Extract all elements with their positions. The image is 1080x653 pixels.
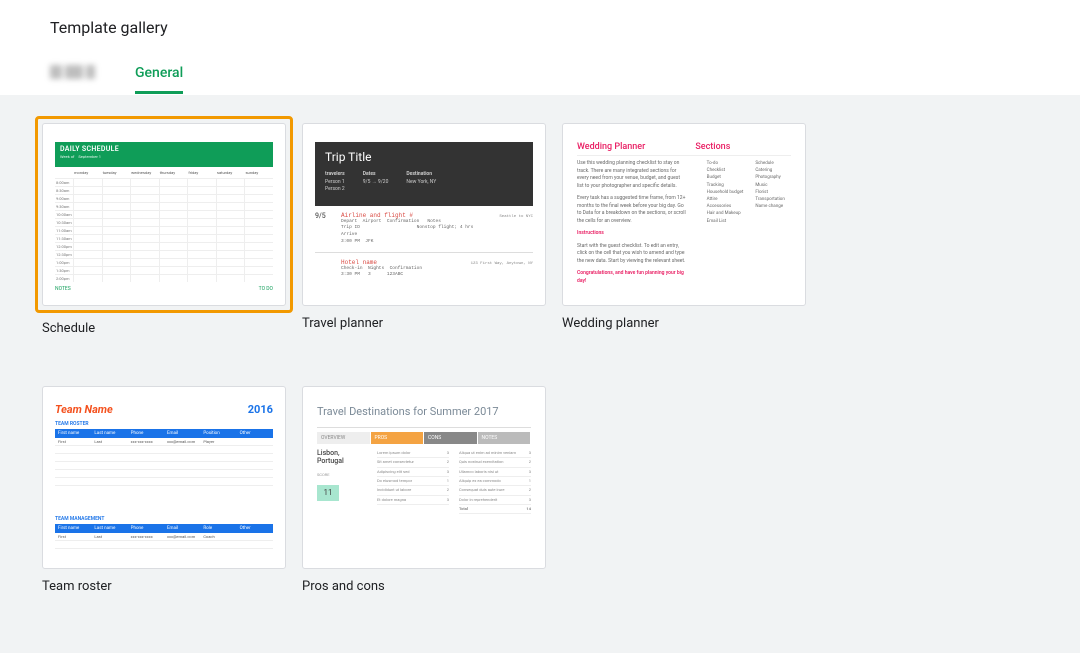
template-grid: DAILY SCHEDULE Week of September 1 monda… bbox=[42, 123, 1038, 628]
template-label: Travel planner bbox=[302, 316, 546, 331]
roster-year: 2016 bbox=[248, 403, 273, 416]
tab-blurred-label bbox=[50, 65, 105, 80]
schedule-title: DAILY SCHEDULE bbox=[60, 145, 268, 153]
wedding-title: Wedding Planner bbox=[577, 142, 645, 152]
template-thumb: Wedding Planner Sections Use this weddin… bbox=[562, 123, 806, 306]
template-label: Wedding planner bbox=[562, 316, 806, 331]
header: Template gallery General bbox=[0, 0, 1080, 95]
tab-workspace[interactable] bbox=[50, 65, 105, 94]
template-card-team-roster[interactable]: Team Name 2016 TEAM ROSTER First nameLas… bbox=[42, 386, 286, 628]
proscons-city: Lisbon, Portugal bbox=[317, 449, 367, 466]
template-gallery: DAILY SCHEDULE Week of September 1 monda… bbox=[0, 95, 1080, 653]
template-card-schedule[interactable]: DAILY SCHEDULE Week of September 1 monda… bbox=[42, 123, 286, 370]
template-thumb: Team Name 2016 TEAM ROSTER First nameLas… bbox=[42, 386, 286, 569]
template-label: Team roster bbox=[42, 579, 286, 594]
template-thumb: Travel Destinations for Summer 2017 OVER… bbox=[302, 386, 546, 569]
template-card-travel-planner[interactable]: Trip Title travelersPerson 1Person 2 Dat… bbox=[302, 123, 546, 370]
roster-section-2: TEAM MANAGEMENT bbox=[55, 516, 273, 522]
template-card-wedding-planner[interactable]: Wedding Planner Sections Use this weddin… bbox=[562, 123, 806, 370]
trip-title: Trip Title bbox=[325, 150, 523, 164]
trip-section-hotel: Hotel name bbox=[341, 259, 377, 266]
trip-section-airline: Airline and flight # bbox=[341, 212, 413, 219]
page-title: Template gallery bbox=[50, 18, 1030, 37]
wedding-sections: Sections bbox=[695, 142, 730, 152]
trip-date: 9/5 bbox=[315, 212, 341, 246]
template-card-pros-and-cons[interactable]: Travel Destinations for Summer 2017 OVER… bbox=[302, 386, 546, 628]
tab-general[interactable]: General bbox=[135, 65, 183, 94]
template-label: Schedule bbox=[42, 321, 286, 336]
template-thumb: Trip Title travelersPerson 1Person 2 Dat… bbox=[302, 123, 546, 306]
roster-section-1: TEAM ROSTER bbox=[55, 421, 273, 427]
tabs: General bbox=[50, 65, 1030, 95]
roster-team-name: Team Name bbox=[55, 403, 113, 416]
proscons-title: Travel Destinations for Summer 2017 bbox=[317, 405, 531, 419]
proscons-score: 11 bbox=[317, 485, 339, 501]
template-thumb: DAILY SCHEDULE Week of September 1 monda… bbox=[42, 123, 286, 306]
template-label: Pros and cons bbox=[302, 579, 546, 594]
